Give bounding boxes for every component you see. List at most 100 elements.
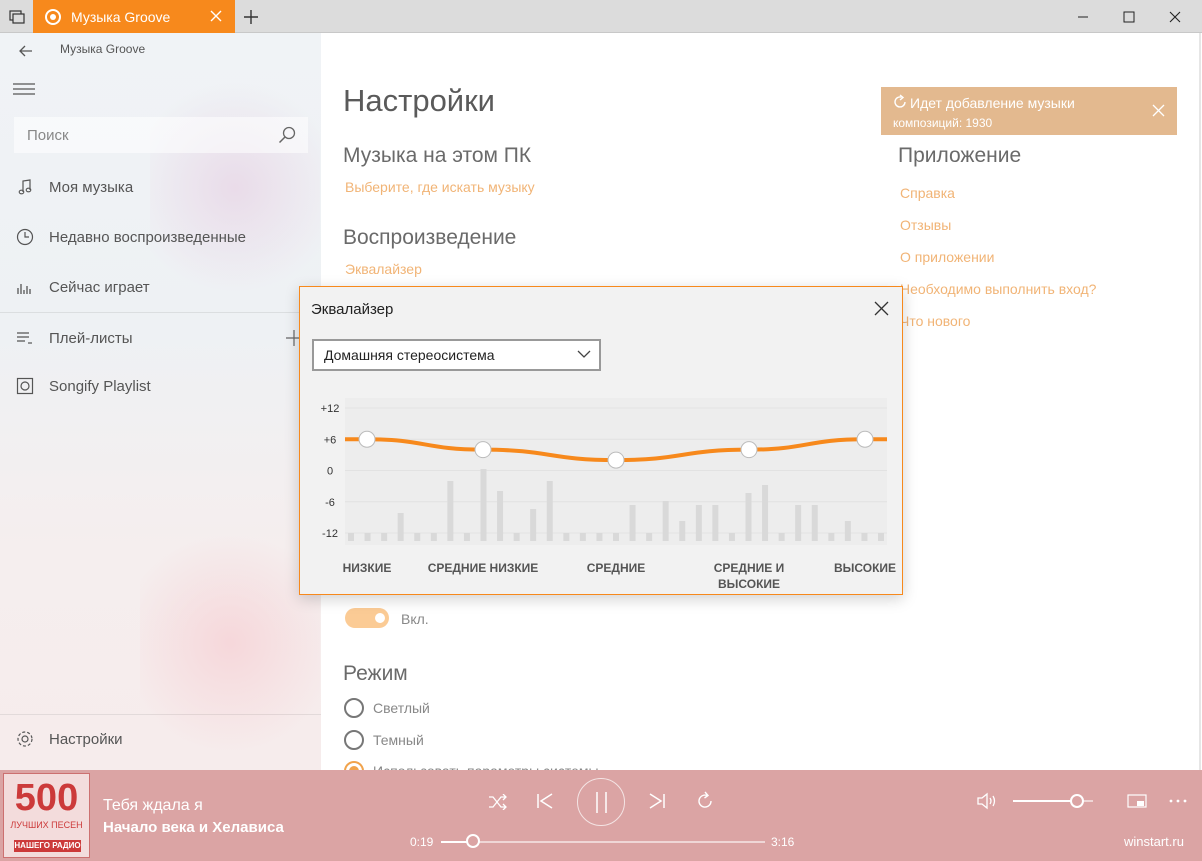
spectrum-bar [828, 533, 835, 541]
playback-heading: Воспроизведение [343, 226, 517, 249]
watermark: winstart.ru [1124, 834, 1184, 849]
sidebar-item-label: Недавно воспроизведенные [49, 228, 247, 246]
total-time: 3:16 [771, 835, 795, 849]
system-mode-label: Использовать параметры системы [373, 761, 599, 770]
search-box[interactable]: Поиск [14, 117, 308, 153]
eq-handle[interactable] [740, 441, 758, 459]
sidebar-item-label: Настройки [49, 730, 123, 748]
spectrum-bar [762, 485, 769, 541]
hamburger-menu-icon[interactable] [13, 81, 35, 97]
mini-player-button[interactable] [1125, 789, 1149, 813]
playlist-icon [16, 329, 34, 347]
eq-handle[interactable] [856, 430, 874, 448]
song-artist[interactable]: Начало века и Хелависа [103, 819, 284, 836]
spectrum-bar [513, 533, 520, 541]
volume-button[interactable] [976, 789, 1000, 813]
sidebar-item-label: Songify Playlist [49, 377, 151, 395]
progress-track[interactable] [441, 841, 765, 843]
repeat-button[interactable] [693, 789, 717, 813]
search-icon[interactable] [278, 126, 296, 144]
app-name: Музыка Groove [60, 42, 146, 56]
scrollbar[interactable] [1198, 33, 1202, 770]
song-title[interactable]: Тебя ждала я [103, 797, 203, 815]
previous-button[interactable] [533, 789, 557, 813]
whats-new-link[interactable]: Что нового [900, 313, 970, 329]
back-arrow-icon[interactable] [16, 41, 36, 61]
eq-handle[interactable] [474, 441, 492, 459]
sync-icon [894, 94, 906, 108]
sidebar-item-songify-playlist[interactable]: Songify Playlist [0, 366, 321, 406]
equalizer-graph[interactable]: +12 +6 0 -6 -12 [300, 287, 902, 594]
toggle-state-label: Вкл. [401, 611, 429, 627]
spectrum-bar [546, 481, 553, 541]
tab-title: Музыка Groove [71, 8, 171, 25]
band-label: СРЕДНИЕ И ВЫСОКИЕ [713, 561, 785, 591]
dark-mode-radio[interactable] [344, 730, 364, 750]
graph-background [345, 398, 887, 545]
spectrum-bar [530, 509, 537, 541]
equalizer-dialog: Эквалайзер Домашняя стереосистема +12 +6 0… [299, 286, 903, 595]
y-tick-label: +12 [321, 403, 340, 415]
spectrum-bar [563, 533, 570, 541]
sidebar-item-label: Плей-листы [49, 329, 133, 347]
next-icon [649, 793, 665, 809]
light-mode-label: Светлый [373, 700, 430, 716]
spectrum-bar [397, 513, 404, 541]
progress-thumb[interactable] [466, 834, 481, 848]
choose-music-folders-link[interactable]: Выберите, где искать музыку [345, 179, 535, 195]
band-label: ВЫСОКИЕ [833, 561, 897, 575]
gear-icon [16, 730, 34, 748]
repeat-icon [698, 791, 712, 808]
close-icon[interactable] [1152, 104, 1165, 117]
volume-icon [977, 792, 996, 810]
sidebar-item-now-playing[interactable]: Сейчас играет [0, 267, 321, 307]
new-tab-button[interactable] [240, 6, 262, 28]
sidebar-item-recent[interactable]: Недавно воспроизведенные [0, 217, 321, 257]
spectrum-bar [795, 505, 802, 541]
sidebar-item-settings[interactable]: Настройки [0, 719, 321, 759]
about-link[interactable]: О приложении [900, 249, 994, 265]
spectrum-bar [878, 533, 884, 541]
sidebar-item-playlists[interactable]: Плей-листы [0, 318, 321, 358]
volume-fill [1013, 800, 1077, 802]
spectrum-bar [778, 533, 785, 541]
toggle-knob [375, 613, 385, 623]
spectrum-bar [662, 501, 669, 541]
volume-thumb[interactable] [1070, 794, 1084, 808]
y-tick-label: 0 [327, 466, 333, 478]
spectrum-bar [480, 469, 487, 541]
next-button[interactable] [645, 789, 669, 813]
tab-groove-music[interactable]: Музыка Groove [33, 0, 235, 33]
system-mode-radio[interactable] [344, 761, 364, 770]
more-options-button[interactable] [1166, 789, 1190, 813]
spectrum-bar [348, 533, 354, 541]
search-placeholder: Поиск [27, 127, 69, 144]
shuffle-button[interactable] [486, 790, 510, 814]
eq-handle[interactable] [358, 430, 376, 448]
task-view-icon[interactable] [0, 0, 33, 33]
maximize-button[interactable] [1106, 0, 1152, 33]
album-cover[interactable]: 500 ЛУЧШИХ ПЕСЕН НАШЕГО РАДИО [3, 773, 90, 858]
sign-in-link[interactable]: Необходимо выполнить вход? [900, 281, 1096, 297]
playback-toggle[interactable] [345, 608, 389, 628]
light-mode-radio[interactable] [344, 698, 364, 718]
close-tab-icon[interactable] [209, 9, 223, 23]
minimize-button[interactable] [1060, 0, 1106, 33]
eq-handle[interactable] [607, 451, 625, 469]
spectrum-bar [695, 505, 702, 541]
music-on-pc-heading: Музыка на этом ПК [343, 144, 532, 167]
pause-button[interactable] [577, 778, 625, 826]
spectrum-bar [646, 533, 653, 541]
spectrum-bar [463, 533, 470, 541]
more-icon [1169, 799, 1187, 803]
close-window-button[interactable] [1152, 0, 1198, 33]
notification-title: Идет добавление музыки [910, 95, 1075, 111]
equalizer-link[interactable]: Эквалайзер [345, 261, 422, 277]
help-link[interactable]: Справка [900, 185, 955, 201]
cover-number: 500 [14, 777, 79, 819]
spectrum-bar [579, 533, 586, 541]
mini-player-icon [1127, 794, 1147, 808]
band-label: СРЕДНИЕ НИЗКИЕ [427, 561, 539, 575]
feedback-link[interactable]: Отзывы [900, 217, 951, 233]
sidebar-item-my-music[interactable]: Моя музыка [0, 167, 321, 207]
